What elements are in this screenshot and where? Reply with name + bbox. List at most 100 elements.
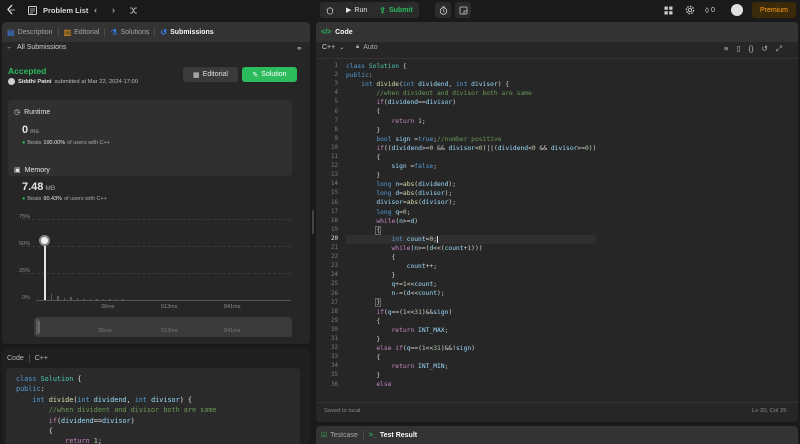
chart-bar[interactable] xyxy=(102,299,104,300)
submission-code-panel: Code C++ class Solution {public: int div… xyxy=(2,348,310,444)
tab-description-label: Description xyxy=(17,28,53,36)
line-number: 21 xyxy=(331,245,338,251)
tab-submissions[interactable]: ↺ Submissions xyxy=(155,22,218,42)
code-line: { xyxy=(346,108,381,116)
tab-testcase-label: Testcase xyxy=(330,431,358,439)
line-number: 1 xyxy=(334,63,339,69)
tab-test-result[interactable]: >_ Test Result xyxy=(364,426,422,444)
editorial-button-label: Editorial xyxy=(202,71,228,78)
settings-gear-icon[interactable] xyxy=(685,4,695,16)
chart-bar[interactable] xyxy=(122,299,124,300)
all-submissions-link[interactable]: ← All Submissions xyxy=(6,44,66,51)
auto-mode[interactable]: 🔒︎ Auto xyxy=(356,44,378,51)
gridline xyxy=(22,246,291,247)
prev-problem-icon[interactable]: ‹ xyxy=(94,4,97,16)
code-editor[interactable]: class Solution {public: int divide(int d… xyxy=(346,62,786,400)
avatar[interactable] xyxy=(731,4,743,16)
problem-list-icon[interactable] xyxy=(28,4,37,16)
chart-bar[interactable] xyxy=(109,299,111,300)
history-icon: ↺ xyxy=(160,27,168,37)
code-line: return INT_MIN; xyxy=(391,363,449,371)
line-number: 28 xyxy=(331,308,338,315)
tab-solutions[interactable]: ⚗ Solutions xyxy=(105,22,154,42)
chart-bar[interactable] xyxy=(44,246,46,300)
chart-bar[interactable] xyxy=(83,298,85,300)
editorial-button[interactable]: ▦ Editorial xyxy=(183,67,238,82)
chart-bar[interactable] xyxy=(70,296,72,300)
bookmark-icon[interactable]: ▯ xyxy=(736,44,740,54)
code-line: //when divident and divisor both are sam… xyxy=(346,90,532,98)
shuffle-icon[interactable] xyxy=(129,4,138,16)
chart-bar[interactable] xyxy=(115,299,117,300)
line-number: 25 xyxy=(331,281,338,288)
user-name[interactable]: Siddhi Patni xyxy=(18,79,52,85)
code-brackets-icon: </> xyxy=(321,28,332,36)
chart-bar[interactable] xyxy=(63,297,65,300)
y-tick-label: 0% xyxy=(22,295,30,301)
layout-grid-icon[interactable] xyxy=(664,4,673,16)
book-icon: ▦ xyxy=(193,71,200,79)
tab-test-result-label: Test Result xyxy=(379,431,418,439)
chart-bar[interactable] xyxy=(57,295,59,300)
code-label: Code xyxy=(7,355,24,362)
left-panel: ▤ Description ▥ Editorial ⚗ Solutions ↺ … xyxy=(2,22,310,344)
debug-icon[interactable] xyxy=(320,2,340,18)
all-submissions-label: All Submissions xyxy=(17,44,67,51)
braces-icon[interactable]: {} xyxy=(749,44,754,54)
run-button[interactable]: ▶ Run xyxy=(340,2,373,18)
coins-counter[interactable]: ◊ 0 xyxy=(705,4,715,16)
fullscreen-icon[interactable]: ⤢ xyxy=(776,44,782,54)
logo-icon[interactable] xyxy=(6,4,16,16)
code-line: class Solution { xyxy=(346,63,407,70)
editorial-icon: ▥ xyxy=(63,27,72,37)
runtime-beats: ● Beats 100.00% of users with C++ xyxy=(22,140,110,146)
line-number: 15 xyxy=(331,190,338,197)
submit-button[interactable]: ⇪ Submit xyxy=(373,2,418,18)
upload-icon: ⇪ xyxy=(379,5,386,15)
memory-chip-icon: ▣ xyxy=(14,167,21,174)
language-select[interactable]: C++ ⌄ xyxy=(322,44,344,51)
code-line: } xyxy=(346,172,381,180)
memory-value-row[interactable]: 7.48 MB xyxy=(22,181,55,193)
beats-badge-icon: ● xyxy=(22,140,26,146)
editor-divider xyxy=(316,58,798,59)
distribution-chart[interactable]: 75% 50% 25% 0% 36ms 513ms 841ms 36ms 513… xyxy=(2,210,310,340)
clock-icon: ◷ xyxy=(14,109,21,116)
tab-testcase[interactable]: ☑ Testcase xyxy=(316,426,363,444)
notes-icon[interactable] xyxy=(455,2,471,18)
next-problem-icon[interactable]: › xyxy=(112,4,115,16)
format-icon[interactable]: ≡ xyxy=(724,44,728,54)
current-submission-marker[interactable] xyxy=(39,235,50,246)
problem-list-link[interactable]: Problem List xyxy=(43,4,88,16)
code-line: long n=abs(dividend); xyxy=(376,181,457,189)
share-link-icon[interactable]: ⚭ xyxy=(296,44,303,53)
premium-button[interactable]: Premium xyxy=(752,2,796,18)
tab-editorial[interactable]: ▥ Editorial xyxy=(59,22,105,42)
reset-icon[interactable]: ↺ xyxy=(762,44,768,54)
vertical-splitter-handle[interactable] xyxy=(312,210,314,234)
chart-bar[interactable] xyxy=(76,298,78,300)
user-avatar[interactable] xyxy=(8,78,15,85)
chart-bar[interactable] xyxy=(89,298,91,300)
tab-description[interactable]: ▤ Description xyxy=(2,22,58,42)
code-line: { xyxy=(16,427,53,436)
code-line: while(n>=(d<<(count+1))) xyxy=(391,244,483,252)
mini-x-tick-label: 513ms xyxy=(161,328,178,334)
submission-code-block[interactable]: class Solution {public: int divide(int d… xyxy=(6,368,300,444)
chart-bar[interactable] xyxy=(50,293,52,300)
code-line: return 1; xyxy=(65,437,102,444)
code-line: q+=1<<count; xyxy=(391,281,438,289)
range-scrubber[interactable]: 36ms 513ms 841ms xyxy=(34,317,292,337)
line-number: 3 xyxy=(334,81,339,88)
coins-value: 0 xyxy=(710,6,715,14)
code-line: else xyxy=(376,381,392,389)
code-header: Code C++ xyxy=(7,354,48,363)
line-number: 8 xyxy=(334,126,339,133)
line-number: 29 xyxy=(331,317,338,324)
runtime-card[interactable]: ◷ Runtime 0 ms ● Beats 100.00% of users … xyxy=(8,100,292,176)
chart-bar[interactable] xyxy=(96,299,98,300)
code-line: { xyxy=(346,354,381,361)
timer-icon[interactable] xyxy=(435,2,451,18)
solution-button[interactable]: ✎ Solution xyxy=(242,67,297,82)
code-line: } xyxy=(346,335,381,343)
